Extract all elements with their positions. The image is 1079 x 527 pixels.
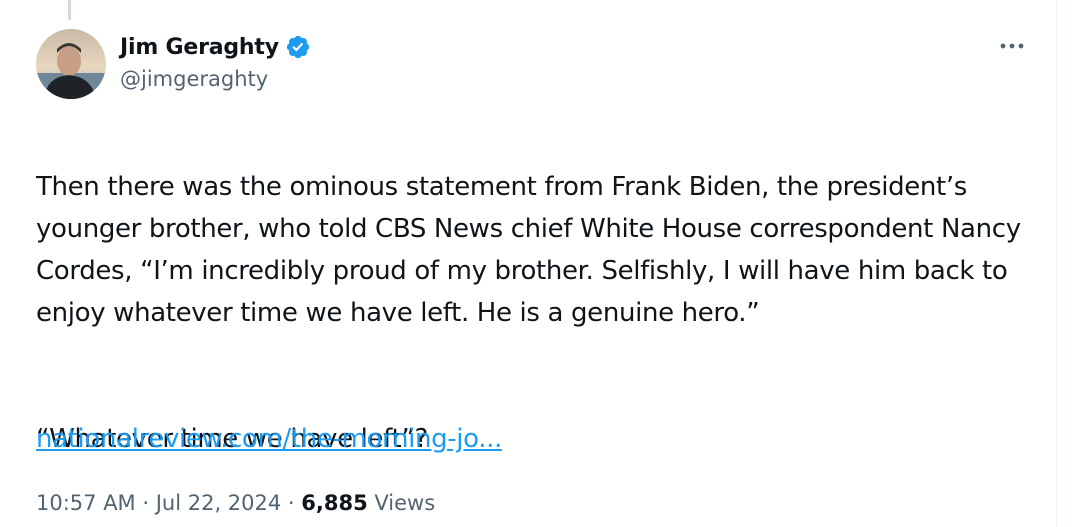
article-link[interactable]: nationalreview.com/the-morning-jo... [36,419,502,459]
author-handle[interactable]: @jimgeraghty [120,67,268,91]
tweet-metadata: 10:57 AM · Jul 22, 2024 · 6,885 Views [36,488,435,518]
tweet-date[interactable]: Jul 22, 2024 [156,491,282,515]
verified-badge-icon[interactable] [285,34,311,60]
avatar-image [36,29,106,99]
more-horizontal-icon [1000,43,1024,49]
tweet-card: Jim Geraghty @jimgeraghty Then there was… [0,0,1057,527]
views-count: 6,885 [301,491,368,515]
tweet-paragraph-1: Then there was the ominous statement fro… [36,172,1021,328]
author-display-name[interactable]: Jim Geraghty [120,35,279,60]
author-name-row: Jim Geraghty [120,31,311,63]
views-label: Views [367,491,436,515]
thread-connector-line [68,0,71,20]
more-options-button[interactable] [994,31,1030,61]
tweet-time[interactable]: 10:57 AM [36,491,136,515]
meta-separator: · [281,491,302,515]
meta-separator: · [135,491,156,515]
avatar[interactable] [36,29,106,99]
